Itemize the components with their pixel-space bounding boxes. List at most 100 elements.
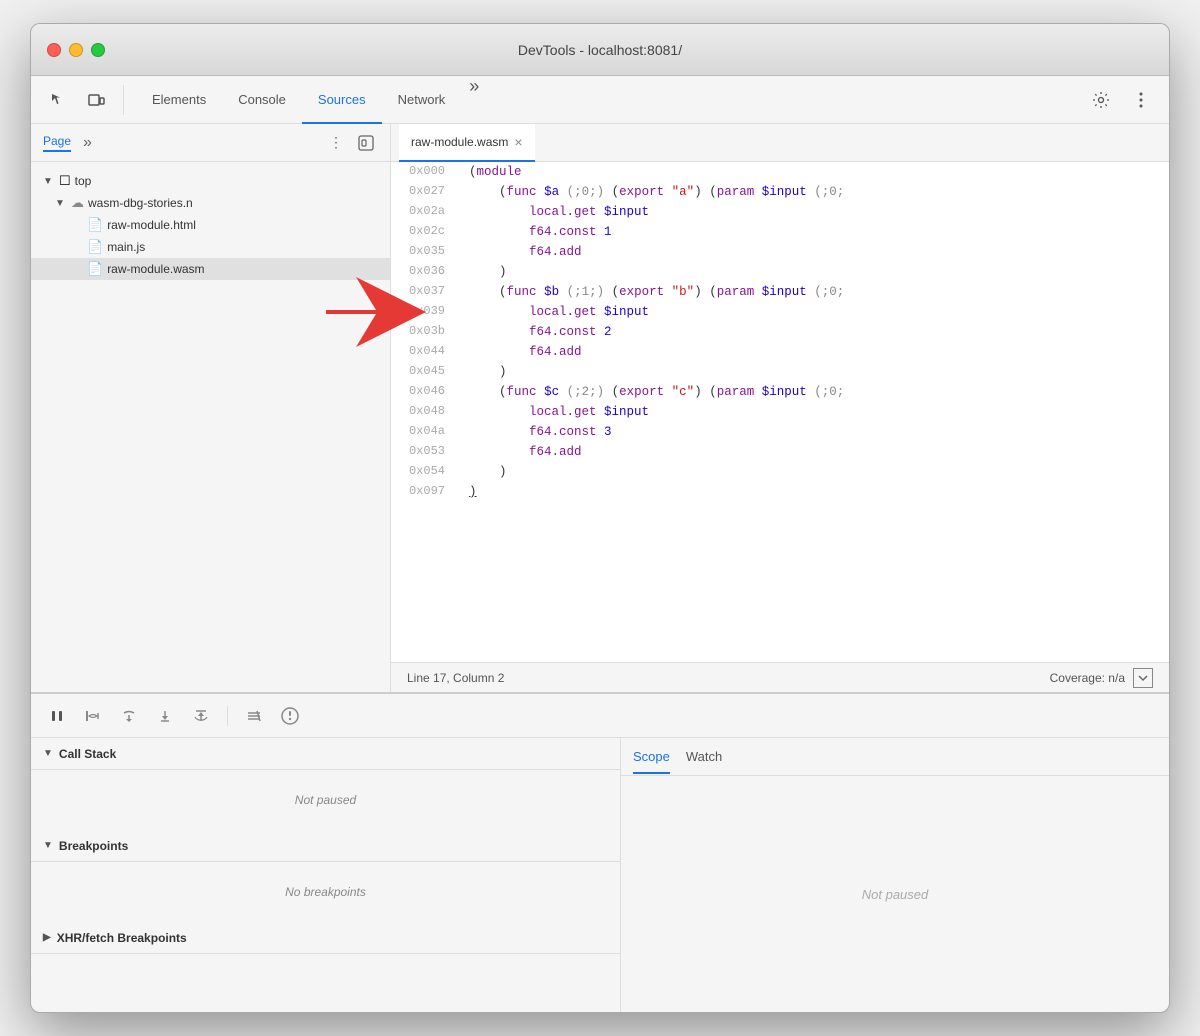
tree-item-wasm[interactable]: ▶ 📄 raw-module.wasm [31,258,390,280]
three-dots-button[interactable]: ⋮ [324,131,348,155]
coverage-text: Coverage: n/a [1050,671,1125,685]
close-button[interactable] [47,43,61,57]
pause-on-exception-button[interactable] [276,702,304,730]
code-line-14: 0x04a f64.const 3 [391,422,1169,442]
status-right: Coverage: n/a [1050,668,1153,688]
step-out-button[interactable] [187,702,215,730]
line-code-6: ) [461,262,1169,282]
line-code-15: f64.add [461,442,1169,462]
page-tab[interactable]: Page [43,134,71,152]
xhr-breakpoints-header[interactable]: ▶ XHR/fetch Breakpoints [31,922,620,954]
tree-item-js[interactable]: ▶ 📄 main.js [31,236,390,258]
line-code-16: ) [461,462,1169,482]
maximize-button[interactable] [91,43,105,57]
devtools-window: DevTools - localhost:8081/ Elements Cons… [30,23,1170,1013]
tab-console[interactable]: Console [222,76,302,124]
left-bottom-panel: ▼ Call Stack Not paused ▼ Breakpoints No… [31,738,621,1012]
left-panel: Page » ⋮ ▼ ☐ top [31,124,391,692]
tree-item-html[interactable]: ▶ 📄 raw-module.html [31,214,390,236]
inspect-icon[interactable] [43,85,73,115]
code-line-7: 0x037 (func $b (;1;) (export "b") (param… [391,282,1169,302]
line-num-1: 0x000 [391,162,461,182]
code-line-8: 0x039 local.get $input [391,302,1169,322]
device-toggle-icon[interactable] [81,85,111,115]
tab-elements[interactable]: Elements [136,76,222,124]
top-label: top [75,174,92,188]
call-stack-content: Not paused [31,770,620,830]
call-stack-header[interactable]: ▼ Call Stack [31,738,620,770]
deactivate-breakpoints-button[interactable] [240,702,268,730]
line-num-15: 0x053 [391,442,461,462]
tab-sources[interactable]: Sources [302,76,382,124]
tree-item-top[interactable]: ▼ ☐ top [31,170,390,192]
scope-not-paused: Not paused [862,887,929,902]
breakpoints-content: No breakpoints [31,862,620,922]
line-code-11: ) [461,362,1169,382]
step-into-button[interactable] [151,702,179,730]
code-line-3: 0x02a local.get $input [391,202,1169,222]
code-line-15: 0x053 f64.add [391,442,1169,462]
code-line-12: 0x046 (func $c (;2;) (export "c") (param… [391,382,1169,402]
line-code-9: f64.const 2 [461,322,1169,342]
line-num-14: 0x04a [391,422,461,442]
scope-content: Not paused [621,776,1169,1012]
resume-button[interactable] [79,702,107,730]
xhr-title: XHR/fetch Breakpoints [57,931,187,945]
wasm-file-icon: 📄 [87,261,103,277]
code-line-2: 0x027 (func $a (;0;) (export "a") (param… [391,182,1169,202]
settings-icon[interactable] [1085,84,1117,116]
window-title: DevTools - localhost:8081/ [518,42,682,58]
panel-more-button[interactable]: » [83,134,92,152]
code-line-1: 0x000 (module [391,162,1169,182]
wasm-label: raw-module.wasm [107,262,204,276]
sync-icon[interactable] [354,131,378,155]
line-num-12: 0x046 [391,382,461,402]
line-num-17: 0x097 [391,482,461,502]
line-code-5: f64.add [461,242,1169,262]
js-label: main.js [107,240,145,254]
step-over-button[interactable] [115,702,143,730]
xhr-arrow: ▶ [43,932,51,943]
breakpoints-arrow: ▼ [43,840,53,851]
line-num-3: 0x02a [391,202,461,222]
scope-tab[interactable]: Scope [633,741,670,774]
line-num-7: 0x037 [391,282,461,302]
origin-icon: ☁ [71,195,84,211]
code-line-5: 0x035 f64.add [391,242,1169,262]
code-line-4: 0x02c f64.const 1 [391,222,1169,242]
minimize-button[interactable] [69,43,83,57]
watch-tab[interactable]: Watch [686,741,722,774]
line-num-16: 0x054 [391,462,461,482]
main-content: Page » ⋮ ▼ ☐ top [31,124,1169,692]
pause-button[interactable] [43,702,71,730]
line-num-9: 0x03b [391,322,461,342]
line-code-7: (func $b (;1;) (export "b") (param $inpu… [461,282,1169,302]
line-code-12: (func $c (;2;) (export "c") (param $inpu… [461,382,1169,402]
code-line-11: 0x045 ) [391,362,1169,382]
tree-item-origin[interactable]: ▼ ☁ wasm-dbg-stories.n [31,192,390,214]
panel-actions: ⋮ [324,131,378,155]
more-options-icon[interactable] [1125,84,1157,116]
editor-tab-close[interactable]: × [514,134,522,150]
right-bottom-tabs: Scope Watch [621,738,1169,776]
html-file-icon: 📄 [87,217,103,233]
tab-network[interactable]: Network [382,76,462,124]
breakpoints-header[interactable]: ▼ Breakpoints [31,830,620,862]
line-num-8: 0x039 [391,302,461,322]
line-code-3: local.get $input [461,202,1169,222]
left-panel-header: Page » ⋮ [31,124,390,162]
code-table: 0x000 (module 0x027 (func $a (;0;) (expo… [391,162,1169,502]
line-code-14: f64.const 3 [461,422,1169,442]
line-num-6: 0x036 [391,262,461,282]
nav-tabs: Elements Console Sources Network » [136,76,1085,123]
line-code-8: local.get $input [461,302,1169,322]
more-tabs-button[interactable]: » [461,76,487,123]
editor-tab-label: raw-module.wasm [411,135,508,149]
debugger-controls [31,694,1169,738]
coverage-dropdown-icon[interactable] [1133,668,1153,688]
editor-tab-wasm[interactable]: raw-module.wasm × [399,124,535,162]
no-breakpoints-text: No breakpoints [285,885,366,899]
line-num-13: 0x048 [391,402,461,422]
code-area[interactable]: 0x000 (module 0x027 (func $a (;0;) (expo… [391,162,1169,662]
line-num-2: 0x027 [391,182,461,202]
